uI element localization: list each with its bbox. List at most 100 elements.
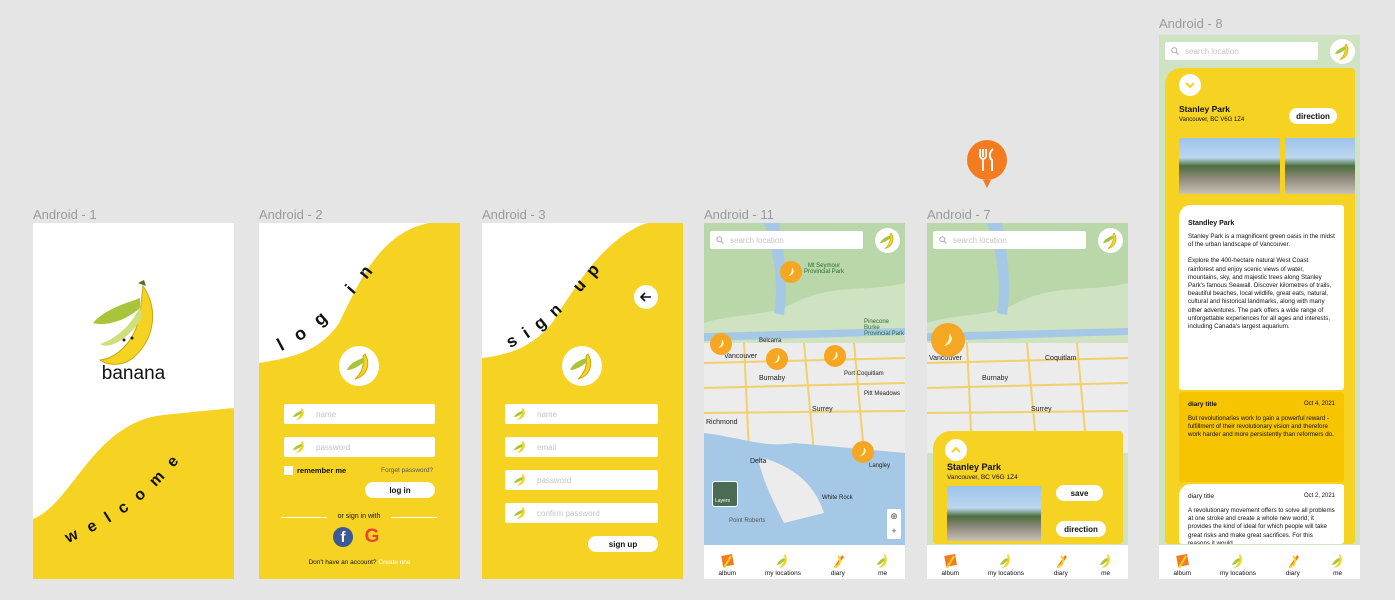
nav-album-label: album <box>941 570 960 577</box>
google-icon[interactable]: G <box>362 527 382 547</box>
profile-avatar[interactable] <box>1098 228 1123 253</box>
profile-avatar[interactable] <box>1330 39 1355 64</box>
map-label-belcarra: Belcarra <box>759 338 782 344</box>
map-label-richmond: Richmond <box>706 419 738 426</box>
login-name-placeholder: name <box>316 409 337 419</box>
nav-me[interactable]: me <box>1098 552 1114 577</box>
banana-icon <box>1231 554 1242 568</box>
signup-confirm-placeholder: confirm password <box>537 508 600 518</box>
map-label-point-roberts: Point Roberts <box>729 518 766 524</box>
detail-place-name: Stanley Park <box>1179 104 1231 114</box>
login-button[interactable]: log in <box>365 482 435 498</box>
banana-icon <box>570 353 592 380</box>
profile-avatar[interactable] <box>875 228 900 253</box>
zoom-controls[interactable]: ⊕ + <box>887 509 901 539</box>
signup-name-placeholder: name <box>537 409 558 419</box>
save-button[interactable]: save <box>1056 485 1103 501</box>
map-pin[interactable] <box>852 441 874 463</box>
signup-screen: sign up name email password confirm pass… <box>482 223 683 579</box>
login-name-input[interactable]: name <box>284 404 435 424</box>
search-icon <box>1171 47 1179 55</box>
arrow-left-icon <box>639 292 651 302</box>
diary-date: Oct 4, 2021 <box>1303 401 1335 407</box>
map-search-input[interactable]: search location <box>1165 42 1318 60</box>
banana-icon <box>293 408 304 420</box>
detail-panel: Stanley Park Vancouver, BC V6G 1Z4 direc… <box>1165 68 1355 544</box>
signup-email-input[interactable]: email <box>505 437 658 457</box>
diary-entry[interactable]: diary title Oct 4, 2021 But revolutionar… <box>1179 392 1344 482</box>
map-label-white-rock: White Rock <box>822 495 853 501</box>
create-account-link[interactable]: Create one <box>378 559 410 566</box>
map-pin[interactable] <box>824 345 846 367</box>
signup-button[interactable]: sign up <box>588 536 658 552</box>
collapse-button[interactable] <box>1179 74 1201 96</box>
nav-diary-label: diary <box>1053 570 1068 577</box>
nav-diary[interactable]: diary <box>1285 552 1301 577</box>
banana-icon <box>1103 232 1117 249</box>
nav-diary[interactable]: diary <box>1053 552 1069 577</box>
map-pin[interactable] <box>710 333 732 355</box>
nav-me[interactable]: me <box>875 552 891 577</box>
login-screen: log in name password remember me Forget … <box>259 223 460 579</box>
login-avatar <box>339 346 379 386</box>
splash-screen: banana welcome <box>33 223 234 579</box>
map-search-input[interactable]: search location <box>933 231 1086 249</box>
forgot-password-link[interactable]: Forget password? <box>381 467 433 474</box>
map-pin[interactable] <box>780 261 802 283</box>
banana-icon <box>514 441 525 453</box>
banana-icon <box>860 447 866 457</box>
banana-icon <box>1331 554 1342 568</box>
signup-confirm-input[interactable]: confirm password <box>505 503 658 523</box>
nav-album[interactable]: album <box>941 552 959 577</box>
map-search-input[interactable]: search location <box>710 231 863 249</box>
map-label-pitt-meadows: Pitt Meadows <box>864 391 901 397</box>
nav-my-locations[interactable]: my locations <box>988 552 1024 577</box>
map-label-burnaby: Burnaby <box>982 375 1009 382</box>
diary-entry[interactable]: diary title Oct 2, 2021 A revolutionary … <box>1179 484 1344 544</box>
place-address: Vancouver, BC V6G 1Z4 <box>947 474 1018 481</box>
signup-avatar <box>562 346 602 386</box>
nav-my-locations[interactable]: my locations <box>1220 552 1256 577</box>
nav-me[interactable]: me <box>1330 552 1346 577</box>
diary-title: diary title <box>1188 493 1215 500</box>
signup-name-input[interactable]: name <box>505 404 658 424</box>
welcome-curved-text: welcome <box>62 444 178 547</box>
nav-my-locations[interactable]: my locations <box>765 552 801 577</box>
frame-label-android-7: Android - 7 <box>927 207 991 222</box>
album-icon <box>944 554 958 569</box>
layers-button[interactable]: Layers <box>712 481 738 507</box>
map-pin[interactable] <box>766 348 788 370</box>
back-button[interactable] <box>634 285 658 309</box>
bottom-nav: album my locations diary me <box>927 545 1128 579</box>
nav-diary[interactable]: diary <box>830 552 846 577</box>
chevron-down-icon <box>1185 82 1195 89</box>
map-pin-selected[interactable] <box>931 323 965 357</box>
nav-album[interactable]: album <box>1173 552 1191 577</box>
detail-direction-button[interactable]: direction <box>1289 108 1337 124</box>
create-account-row: Don't have an account? Create one <box>259 559 460 566</box>
signup-password-input[interactable]: password <box>505 470 658 490</box>
description-paragraph: Stanley Park is a magnificent green oasi… <box>1188 233 1335 249</box>
facebook-icon[interactable]: f <box>333 527 353 547</box>
expand-button[interactable] <box>945 439 967 461</box>
remember-label: remember me <box>297 466 347 475</box>
album-icon <box>721 554 735 569</box>
description-title: Standley Park <box>1188 220 1235 227</box>
map-search-placeholder: search location <box>953 235 1007 245</box>
album-icon <box>1176 554 1190 569</box>
detail-photo <box>1285 138 1355 194</box>
pencil-icon <box>1056 555 1067 568</box>
banana-icon <box>880 232 894 249</box>
direction-button[interactable]: direction <box>1056 521 1106 537</box>
login-password-input[interactable]: password <box>284 437 435 457</box>
remember-checkbox[interactable] <box>284 466 293 475</box>
banana-icon <box>776 554 787 568</box>
nav-album[interactable]: album <box>718 552 736 577</box>
map-label-coquitlam: Coquitlam <box>1045 355 1077 362</box>
map-card-screen: Vancouver Burnaby Coquitlam Surrey searc… <box>927 223 1128 579</box>
place-photo <box>947 486 1041 541</box>
detail-place-address: Vancouver, BC V6G 1Z4 <box>1179 117 1245 123</box>
banana-icon <box>832 351 838 361</box>
map-label-mt-seymour: Mt Seymour Provincial Park <box>804 263 845 275</box>
banana-icon <box>718 339 724 349</box>
